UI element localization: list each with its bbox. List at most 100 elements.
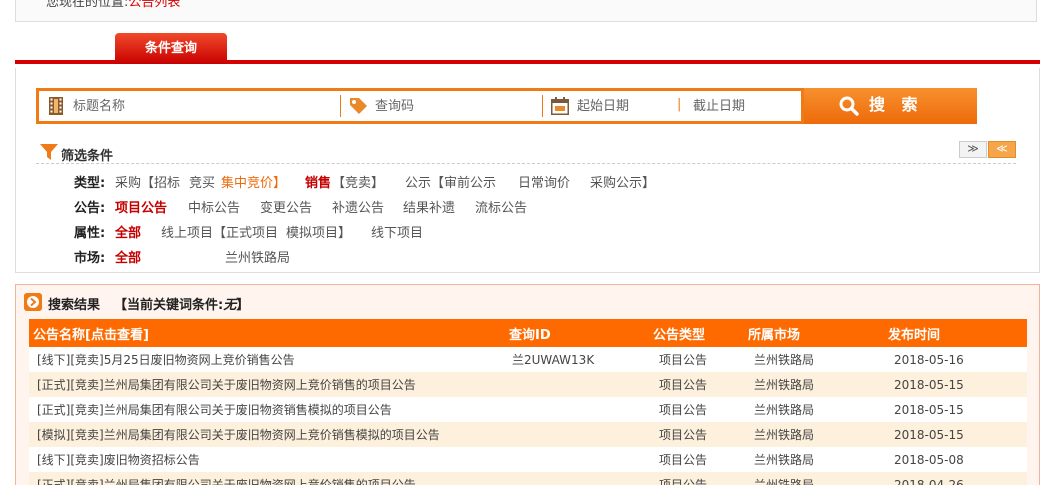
results-panel: 搜索结果 【当前关键词条件:无】 公告名称[点击查看] 查询ID 公告类型 所属… [15,284,1040,485]
market: 兰州铁路局 [744,347,884,372]
search-button-label: 搜 索 [869,97,924,114]
filter-option[interactable]: 补遗公告 [332,197,384,216]
filter-option[interactable]: 采购【招标 [115,172,180,191]
column-header: 公告类型 [649,319,744,347]
notice-title-link[interactable]: [正式][竞卖]兰州局集团有限公司关于废旧物资网上竞价销售的项目公告 [29,372,504,397]
publish-date: 2018-05-15 [884,422,1027,447]
filter-option[interactable]: 竞买 [189,172,215,191]
market: 兰州铁路局 [744,397,884,422]
notice-type: 项目公告 [649,372,744,397]
collapse-toggle[interactable]: ≪ [988,141,1016,158]
filter-option[interactable]: 结果补遗 [403,197,455,216]
column-header: 查询ID [504,319,649,347]
filter-option[interactable]: 变更公告 [260,197,312,216]
search-button[interactable]: 搜 索 [804,88,977,124]
filter-option-selected[interactable]: 全部 [115,247,141,266]
breadcrumb-prefix: 您现在的位置: [46,0,129,10]
search-panel: | 搜 索 筛选条件 ≫ ≪ 类型: 采购【招标 竞买 集中竞价】 销售 【竞卖… [15,68,1040,273]
breadcrumb-current[interactable]: 公告列表 [128,0,180,10]
filter-option-selected[interactable]: 全部 [115,222,141,241]
filter-label: 类型: [74,176,106,191]
query-id [504,422,649,447]
filter-option[interactable]: 兰州铁路局 [225,247,290,266]
column-header: 发布时间 [884,319,1027,347]
filter-option[interactable]: 模拟项目】 [286,222,351,241]
filter-title: 筛选条件 [61,149,114,164]
notice-type: 项目公告 [649,397,744,422]
filter-option[interactable]: 【竞卖】 [332,172,384,191]
table-row[interactable]: [线下][竞卖]废旧物资招标公告 项目公告 兰州铁路局 2018-05-08 [29,447,1027,472]
keyword-value: 无 [223,298,237,313]
date-separator: | [677,97,682,112]
notice-title-link[interactable]: [模拟][竞卖]兰州局集团有限公司关于废旧物资网上竞价销售模拟的项目公告 [29,422,504,447]
publish-date: 2018-05-08 [884,447,1027,472]
table-row[interactable]: [正式][竞卖]兰州局集团有限公司关于废旧物资销售模拟的项目公告 项目公告 兰州… [29,397,1027,422]
publish-date: 2018-04-26 [884,472,1027,485]
start-date-input[interactable] [577,94,677,118]
filter-option[interactable]: 流标公告 [475,197,527,216]
filter-label: 属性: [74,226,106,241]
calendar-icon [551,97,569,115]
filter-option[interactable]: 采购公示】 [590,172,655,191]
tab-condition-query[interactable]: 条件查询 [115,33,227,64]
notice-title-link[interactable]: [正式][竞卖]兰州局集团有限公司关于废旧物资销售模拟的项目公告 [29,397,504,422]
title-field [39,91,341,121]
table-row[interactable]: [线下][竞卖]5月25日废旧物资网上竞价销售公告 兰2UWAW13K 项目公告… [29,347,1027,372]
filter-option[interactable]: 日常询价 [518,172,570,191]
publish-date: 2018-05-15 [884,372,1027,397]
keyword-suffix: 】 [236,298,250,313]
filter-option[interactable]: 线下项目 [371,222,423,241]
notice-type: 项目公告 [649,422,744,447]
tab-bar: 条件查询 [15,30,1040,64]
query-id: 兰2UWAW13K [504,347,649,372]
publish-date: 2018-05-15 [884,397,1027,422]
filter-label: 市场: [74,251,106,266]
notice-title-link[interactable]: [线下][竞卖]5月25日废旧物资网上竞价销售公告 [29,347,504,372]
query-id [504,472,649,485]
filter-icon [40,144,58,160]
filter-option[interactable]: 中标公告 [188,197,240,216]
expand-toggle[interactable]: ≫ [959,141,987,158]
search-icon [839,96,859,116]
query-id [504,372,649,397]
results-title: 搜索结果 [48,298,101,313]
keyword-condition: 【当前关键词条件:无】 [114,294,249,313]
query-id [504,447,649,472]
table-header-row: 公告名称[点击查看] 查询ID 公告类型 所属市场 发布时间 [29,319,1027,347]
results-table: 公告名称[点击查看] 查询ID 公告类型 所属市场 发布时间 [线下][竞卖]5… [29,319,1027,485]
table-row[interactable]: [模拟][竞卖]兰州局集团有限公司关于废旧物资网上竞价销售模拟的项目公告 项目公… [29,422,1027,447]
filter-option[interactable]: 线上项目【正式项目 [161,222,278,241]
market: 兰州铁路局 [744,422,884,447]
arrow-right-icon [24,293,42,311]
publish-date: 2018-05-16 [884,347,1027,372]
filter-header: 筛选条件 ≫ ≪ [36,138,1016,164]
notice-title-link[interactable]: [正式][竞卖]兰州局集团有限公司关于废旧物资网上竞价销售的项目公告 [29,472,504,485]
notice-title-link[interactable]: [线下][竞卖]废旧物资招标公告 [29,447,504,472]
title-input[interactable] [73,94,333,118]
table-row[interactable]: [正式][竞卖]兰州局集团有限公司关于废旧物资网上竞价销售的项目公告 项目公告 … [29,472,1027,485]
search-box: | [36,88,804,124]
date-field: | [543,91,803,121]
code-field [341,91,543,121]
notice-type: 项目公告 [649,447,744,472]
filter-label: 公告: [74,201,106,216]
market: 兰州铁路局 [744,372,884,397]
notice-type: 项目公告 [649,472,744,485]
filter-option-selected[interactable]: 销售 [305,172,331,191]
breadcrumb: 您现在的位置:公告列表 [15,0,1037,22]
query-id [504,397,649,422]
column-header: 所属市场 [744,319,884,347]
code-input[interactable] [375,94,535,118]
filter-option-selected[interactable]: 项目公告 [115,197,167,216]
tag-icon [350,98,367,114]
end-date-input[interactable] [693,94,793,118]
column-header: 公告名称[点击查看] [29,319,504,347]
filter-option[interactable]: 集中竞价】 [221,172,286,191]
breadcrumb-text: 您现在的位置:公告列表 [46,0,180,10]
market: 兰州铁路局 [744,472,884,485]
table-row[interactable]: [正式][竞卖]兰州局集团有限公司关于废旧物资网上竞价销售的项目公告 项目公告 … [29,372,1027,397]
keyword-prefix: 【当前关键词条件: [114,298,224,313]
filter-option[interactable]: 公示【审前公示 [405,172,496,191]
market: 兰州铁路局 [744,447,884,472]
notice-type: 项目公告 [649,347,744,372]
